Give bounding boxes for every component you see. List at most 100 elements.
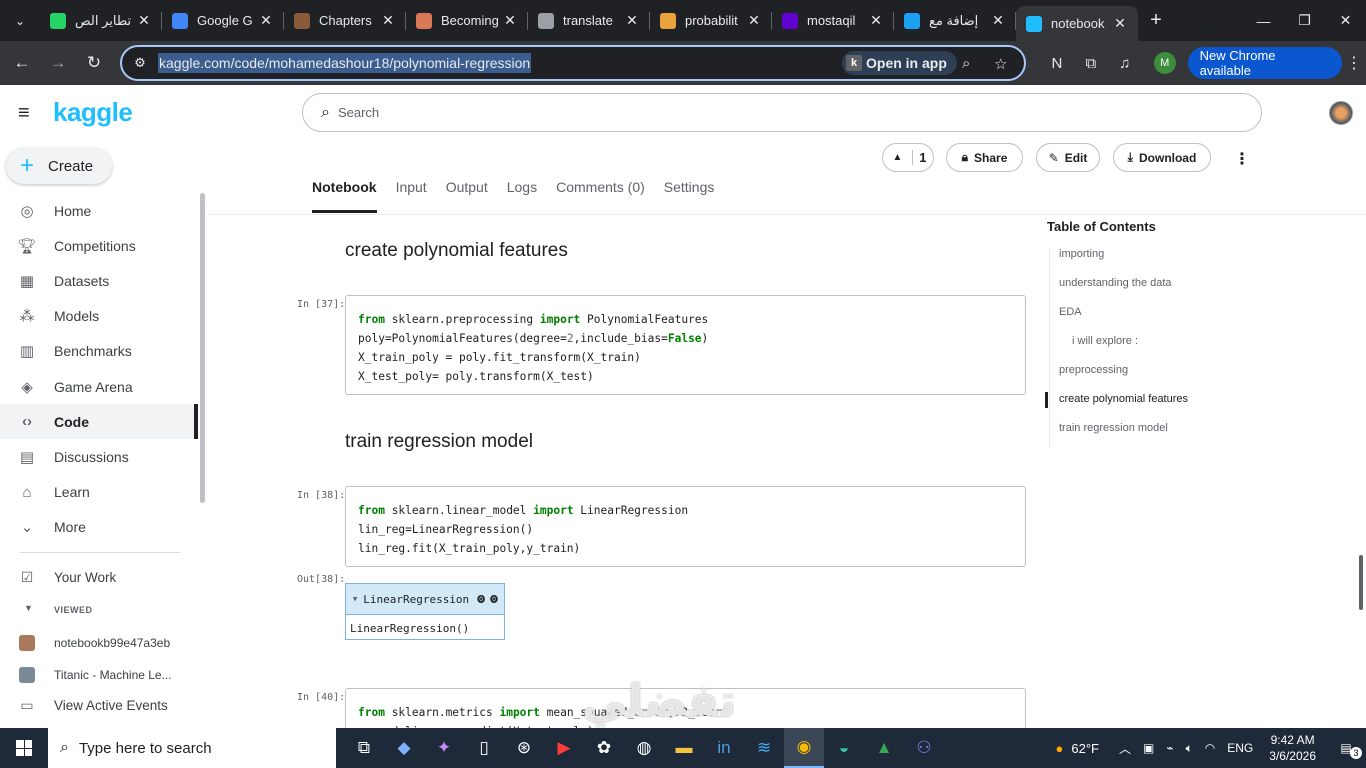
language-indicator[interactable]: ENG bbox=[1227, 741, 1253, 755]
sidebar-item-discussions[interactable]: ▤ Discussions bbox=[0, 439, 198, 474]
page-scrollbar[interactable] bbox=[1359, 555, 1363, 610]
share-button[interactable]: 🔒︎ Share bbox=[946, 143, 1023, 172]
linkedin-icon[interactable]: in bbox=[704, 728, 744, 768]
tab-comments[interactable]: Comments (0) bbox=[556, 179, 645, 205]
task-view-icon[interactable]: ⧉ bbox=[344, 728, 384, 768]
browser-tab[interactable]: تطاير الص ✕ bbox=[40, 0, 162, 41]
close-tab-icon[interactable]: ✕ bbox=[1112, 15, 1128, 32]
new-tab-button[interactable]: + bbox=[1138, 9, 1174, 32]
sidebar-item-competitions[interactable]: 🏆︎ Competitions bbox=[0, 228, 198, 263]
back-button[interactable]: ← bbox=[4, 45, 40, 81]
network-icon[interactable]: ⌁ bbox=[1166, 741, 1173, 755]
sidebar-item-code[interactable]: ‹› Code bbox=[0, 404, 198, 440]
extensions-icon[interactable]: ⧉ bbox=[1074, 55, 1108, 72]
sidebar-item-benchmarks[interactable]: ▥ Benchmarks bbox=[0, 334, 198, 369]
notion-extension-icon[interactable]: N bbox=[1040, 55, 1074, 72]
taskbar-search[interactable]: ⌕ Type here to search bbox=[48, 728, 336, 768]
sidebar-item-learn[interactable]: ⌂ Learn bbox=[0, 475, 198, 510]
chrome-taskbar-icon[interactable]: ◉ bbox=[784, 728, 824, 768]
viewed-item[interactable]: notebookb99e47a3eb bbox=[0, 629, 198, 657]
sidebar-scrollbar[interactable] bbox=[200, 193, 205, 503]
stack-icon[interactable]: ≋ bbox=[744, 728, 784, 768]
minimize-button[interactable]: — bbox=[1243, 0, 1284, 41]
bookmark-star-icon[interactable]: ☆ bbox=[994, 55, 1007, 73]
file-icon[interactable]: ▯ bbox=[464, 728, 504, 768]
toc-item[interactable]: preprocessing bbox=[1047, 364, 1247, 393]
open-in-app-button[interactable]: k Open in app bbox=[842, 51, 957, 75]
start-button[interactable] bbox=[0, 728, 48, 768]
sidebar-item-datasets[interactable]: ▦ Datasets bbox=[0, 263, 198, 298]
m365-icon[interactable]: ◆ bbox=[384, 728, 424, 768]
close-tab-icon[interactable]: ✕ bbox=[136, 12, 152, 29]
copilot-icon[interactable]: ✦ bbox=[424, 728, 464, 768]
tab-input[interactable]: Input bbox=[396, 179, 427, 205]
edit-button[interactable]: ✎ Edit bbox=[1036, 143, 1100, 172]
toc-item[interactable]: train regression model bbox=[1047, 422, 1247, 451]
close-tab-icon[interactable]: ✕ bbox=[990, 12, 1006, 29]
tab-settings[interactable]: Settings bbox=[664, 179, 715, 205]
edge-icon[interactable]: ◒ bbox=[824, 728, 864, 768]
wifi-icon[interactable]: ◠ bbox=[1205, 741, 1215, 755]
create-button[interactable]: + Create bbox=[6, 148, 112, 184]
site-info-icon[interactable]: ⚙ bbox=[122, 55, 158, 71]
code-cell[interactable]: from sklearn.preprocessing import Polyno… bbox=[345, 295, 1026, 395]
clock[interactable]: 9:42 AM 3/6/2026 bbox=[1269, 732, 1316, 764]
browser-tab[interactable]: notebook ✕ bbox=[1016, 6, 1138, 41]
notifications-button[interactable]: ▤ 3 bbox=[1326, 741, 1366, 759]
volume-icon[interactable]: 🔈︎ bbox=[1186, 741, 1193, 756]
info-icons[interactable]: ⓿ ⓿ bbox=[477, 594, 498, 605]
view-active-events-link[interactable]: ▭ View Active Events bbox=[0, 691, 198, 719]
omnibox[interactable]: ⚙ kaggle.com/code/mohamedashour18/polyno… bbox=[120, 45, 1026, 81]
vpn-icon[interactable]: ⊛ bbox=[504, 728, 544, 768]
youtube-icon[interactable]: ▶ bbox=[544, 728, 584, 768]
sidebar-item-models[interactable]: ⁂ Models bbox=[0, 299, 198, 334]
close-window-button[interactable]: ✕ bbox=[1325, 0, 1366, 41]
close-tab-icon[interactable]: ✕ bbox=[258, 12, 274, 29]
photos-icon[interactable]: ◍ bbox=[624, 728, 664, 768]
close-tab-icon[interactable]: ✕ bbox=[502, 12, 518, 29]
toc-item[interactable]: understanding the data bbox=[1047, 277, 1247, 306]
toc-item[interactable]: create polynomial features bbox=[1045, 392, 1247, 422]
download-button[interactable]: ⤓ Download bbox=[1113, 143, 1211, 172]
more-options-icon[interactable]: ⋮ bbox=[1234, 149, 1250, 169]
teams-icon[interactable]: ⚇ bbox=[904, 728, 944, 768]
code-cell[interactable]: from sklearn.linear_model import LinearR… bbox=[345, 486, 1026, 567]
sidebar-item-more[interactable]: ⌄ More bbox=[0, 510, 198, 545]
chrome-menu-icon[interactable]: ⋮ bbox=[1342, 53, 1366, 73]
tab-notebook[interactable]: Notebook bbox=[312, 179, 377, 213]
estimator-output[interactable]: ▼ LinearRegression ⓿ ⓿ LinearRegression(… bbox=[345, 583, 505, 640]
your-work-link[interactable]: ☑ Your Work bbox=[0, 563, 198, 591]
sidebar-item-game-arena[interactable]: ◈ Game Arena bbox=[0, 369, 198, 404]
new-chrome-available-button[interactable]: New Chrome available bbox=[1187, 47, 1343, 79]
viewed-item[interactable]: Titanic - Machine Le... bbox=[0, 661, 198, 689]
tray-chevron-icon[interactable]: ︿ bbox=[1119, 740, 1131, 757]
camera-icon[interactable]: ▣ bbox=[1143, 741, 1154, 755]
toc-item[interactable]: importing bbox=[1047, 248, 1247, 277]
search-input[interactable]: ⌕ Search bbox=[302, 93, 1262, 132]
hamburger-menu-icon[interactable]: ≡ bbox=[18, 102, 38, 125]
forward-button[interactable]: → bbox=[40, 45, 76, 81]
chatgpt-icon[interactable]: ✿ bbox=[584, 728, 624, 768]
zoom-search-icon[interactable]: ⌕ bbox=[962, 55, 970, 72]
user-avatar[interactable] bbox=[1329, 101, 1353, 125]
kaggle-logo[interactable]: kaggle bbox=[53, 97, 133, 128]
tab-logs[interactable]: Logs bbox=[507, 179, 537, 205]
sidebar-item-home[interactable]: ◎ Home bbox=[0, 193, 198, 228]
weather-widget[interactable]: ● 62°F bbox=[1056, 741, 1099, 756]
browser-tab[interactable]: إضافة مع ✕ bbox=[894, 0, 1016, 41]
close-tab-icon[interactable]: ✕ bbox=[624, 12, 640, 29]
browser-tab[interactable]: mostaqil ✕ bbox=[772, 0, 894, 41]
close-tab-icon[interactable]: ✕ bbox=[868, 12, 884, 29]
browser-tab[interactable]: Becoming ✕ bbox=[406, 0, 528, 41]
tab-output[interactable]: Output bbox=[446, 179, 488, 205]
browser-tab[interactable]: Chapters ✕ bbox=[284, 0, 406, 41]
maximize-button[interactable]: ❐ bbox=[1284, 0, 1325, 41]
browser-tab[interactable]: translate ✕ bbox=[528, 0, 650, 41]
close-tab-icon[interactable]: ✕ bbox=[380, 12, 396, 29]
url-text[interactable]: kaggle.com/code/mohamedashour18/polynomi… bbox=[158, 53, 532, 73]
code-cell[interactable]: from sklearn.metrics import mean_squared… bbox=[345, 688, 1026, 728]
files-icon[interactable]: ▬ bbox=[664, 728, 704, 768]
close-tab-icon[interactable]: ✕ bbox=[746, 12, 762, 29]
viewed-chevron-icon[interactable]: ▼ bbox=[24, 603, 33, 613]
tab-search-dropdown[interactable]: ⌄ bbox=[0, 0, 40, 41]
